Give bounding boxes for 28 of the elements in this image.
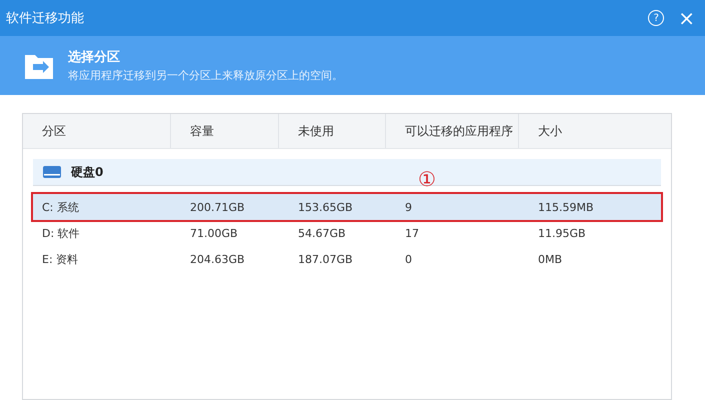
table-cell-text: D: 软件 [41,226,81,240]
close-button[interactable]: × [678,8,695,28]
partition-row[interactable]: E: 资料 204.63GB 187.07GB 0 0MB [33,246,661,272]
table-cell-text: E: 资料 [41,252,80,266]
table-cell-text: 71.00GB [189,226,239,240]
table-cell-text: 187.07GB [297,252,354,266]
column-header[interactable]: 分区 [23,114,171,148]
table-cell-text: 0 [404,252,413,266]
table-cell-text: C: 系统 [41,200,80,214]
help-button[interactable]: ? [648,10,664,26]
column-header[interactable]: 可以迁移的应用程序 [386,114,519,148]
column-header[interactable]: 容量 [171,114,279,148]
table-cell-text: 153.65GB [297,200,354,214]
table-cell-text: 115.59MB [537,200,595,214]
step-description: 将应用程序迁移到另一个分区上来释放原分区上的空间。 [68,68,343,83]
table-cell-text: 54.67GB [297,226,347,240]
column-header[interactable]: 大小 [519,114,671,148]
column-header[interactable]: 未使用 [279,114,386,148]
table-cell-text: 11.95GB [537,226,587,240]
table-cell-text: 17 [404,226,420,240]
annotation-number: ① [418,167,436,191]
table-cell-text: 0MB [537,252,564,266]
table-cell-text: 9 [404,200,413,214]
table-cell-text: 204.63GB [189,252,246,266]
window-title: 软件迁移功能 [6,10,85,27]
step-title: 选择分区 [68,49,121,66]
partition-row[interactable]: D: 软件 71.00GB 54.67GB 17 11.95GB [33,220,661,246]
table-cell-text: 200.71GB [189,200,246,214]
